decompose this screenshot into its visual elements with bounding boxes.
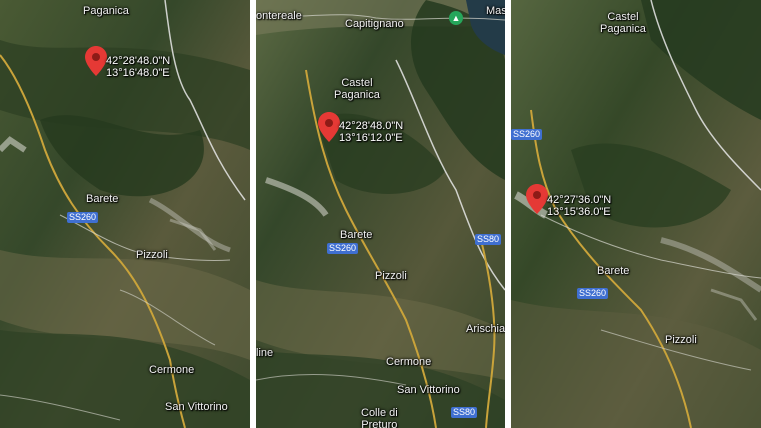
road-shield-ss260: SS260 (67, 212, 99, 223)
road-shield-ss80: SS80 (451, 407, 478, 418)
map-panel-2[interactable]: ontereale Capitignano ▲ Mas Castel Pagan… (256, 0, 505, 428)
place-castel-paganica: Castel Paganica (334, 77, 380, 101)
road-shield-ss260: SS260 (511, 129, 543, 140)
road-shield-ss260: SS260 (577, 288, 609, 299)
place-preturo: Preturo (361, 419, 398, 428)
park-icon: ▲ (449, 11, 463, 25)
road-shield-ss260: SS260 (327, 243, 359, 254)
satellite-terrain (256, 0, 505, 428)
marker-lat: 42°27'36.0"N (547, 194, 612, 206)
location-pin-icon[interactable] (85, 46, 107, 76)
place-barete: Barete (597, 265, 630, 277)
marker-lon: 13°16'12.0"E (339, 132, 403, 144)
marker-lon: 13°15'36.0"E (547, 206, 611, 218)
place-castel: Castel (607, 11, 639, 23)
marker-coordinates: 42°28'48.0"N 13°16'48.0"E (106, 55, 170, 79)
place-pizzoli: Pizzoli (375, 270, 407, 282)
marker-coordinates: 42°28'48.0"N 13°16'12.0"E (339, 120, 403, 144)
marker-coordinates: 42°27'36.0"N 13°15'36.0"E (547, 194, 611, 218)
place-castel-paganica: Castel Paganica (600, 11, 646, 35)
place-cermone: Cermone (386, 356, 432, 368)
location-pin-icon[interactable] (526, 184, 548, 214)
place-barete: Barete (86, 193, 119, 205)
place-colle-di-preturo: Colle di Preturo (361, 407, 398, 428)
place-san-vittorino: San Vittorino (397, 384, 460, 396)
place-pizzoli: Pizzoli (136, 249, 168, 261)
place-pizzoli: Pizzoli (665, 334, 697, 346)
map-comparison: Paganica Barete SS260 Pizzoli Cermone Sa… (0, 0, 761, 428)
place-mas: Mas (486, 5, 505, 17)
road-shield-ss80: SS80 (475, 234, 502, 245)
place-arischia: Arischia (466, 323, 505, 335)
place-barete: Barete (340, 229, 373, 241)
place-colle: Colle di (361, 407, 398, 419)
place-castel: Castel (341, 77, 373, 89)
map-panel-3[interactable]: Castel Paganica SS260 Barete SS260 Pizzo… (511, 0, 761, 428)
place-line: line (256, 347, 274, 359)
map-panel-1[interactable]: Paganica Barete SS260 Pizzoli Cermone Sa… (0, 0, 250, 428)
place-paganica: Paganica (334, 89, 380, 101)
marker-lat: 42°28'48.0"N (106, 55, 171, 67)
place-montereale: ontereale (256, 10, 302, 22)
marker-lat: 42°28'48.0"N (339, 120, 404, 132)
location-pin-icon[interactable] (318, 112, 340, 142)
place-capitignano: Capitignano (345, 18, 404, 30)
marker-lon: 13°16'48.0"E (106, 67, 170, 79)
place-cermone: Cermone (149, 364, 195, 376)
place-san-vittorino: San Vittorino (165, 401, 228, 413)
place-paganica: Paganica (600, 23, 646, 35)
place-paganica: Paganica (83, 5, 129, 17)
